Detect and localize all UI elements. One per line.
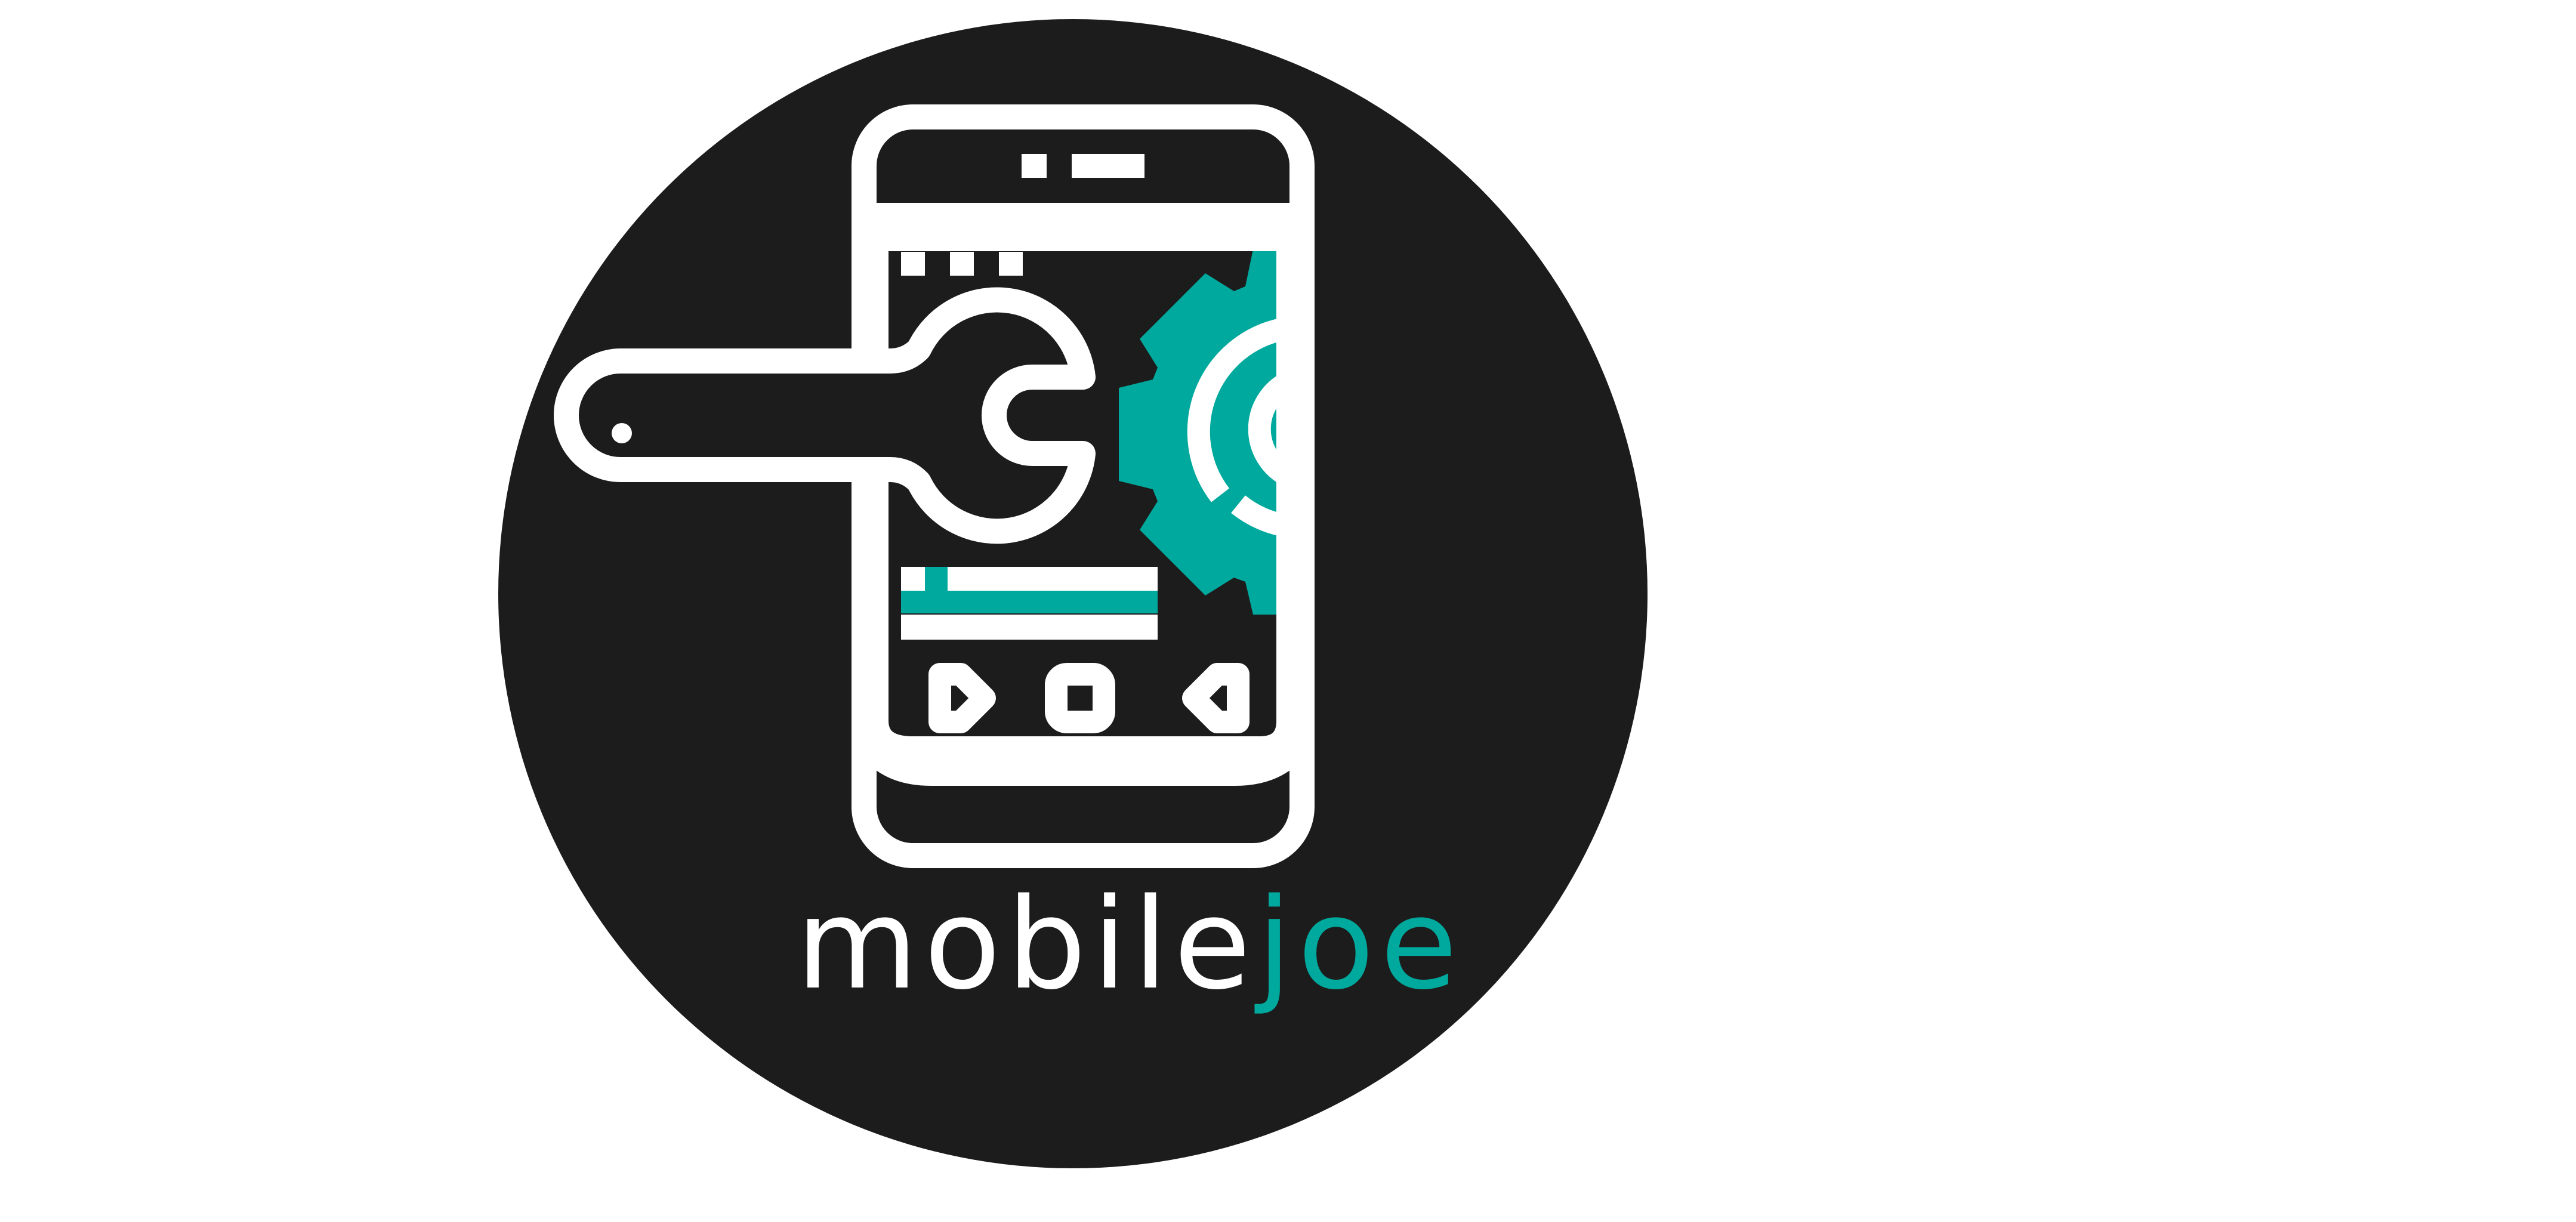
progress-bars: [901, 567, 1158, 640]
brand-name-accent: joe: [1257, 871, 1464, 1017]
logo-graphic: [498, 19, 1648, 1168]
brand-wordmark: mobilejoe: [796, 882, 1457, 1007]
brand-name-primary: mobile: [796, 871, 1257, 1017]
